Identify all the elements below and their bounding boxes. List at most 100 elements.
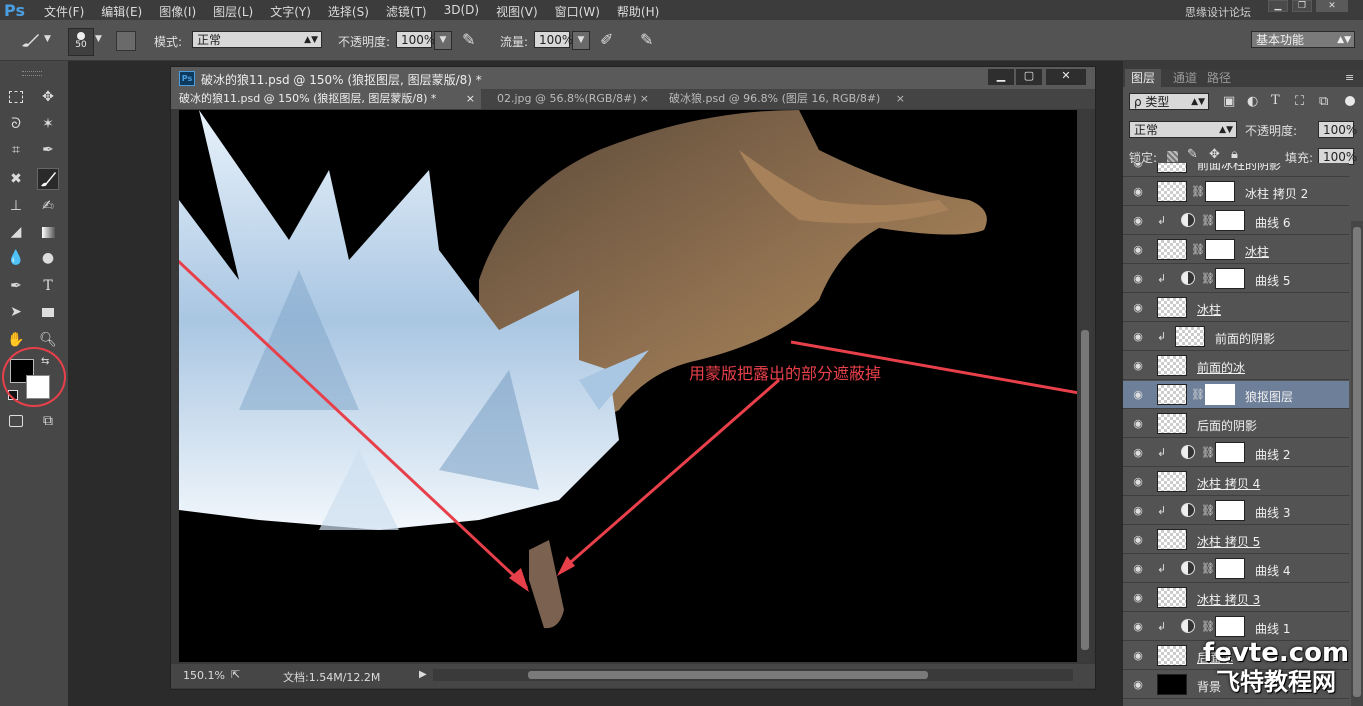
menu-item[interactable]: 图层(L) bbox=[213, 3, 253, 20]
layer-thumbnail[interactable] bbox=[1157, 355, 1187, 376]
tab-doc-2[interactable]: 02.jpg @ 56.8%(RGB/8#) × bbox=[489, 89, 655, 109]
visibility-eye-icon[interactable]: ◉ bbox=[1131, 620, 1145, 634]
menu-item[interactable]: 文字(Y) bbox=[270, 3, 311, 20]
brush-tool-preset[interactable] bbox=[18, 30, 42, 50]
pressure-opacity-icon[interactable]: ✎ bbox=[462, 30, 475, 49]
layer-row[interactable]: ◉ ↲ ⛓ 曲线 5 bbox=[1123, 265, 1349, 293]
layer-mask-thumbnail[interactable] bbox=[1215, 616, 1245, 637]
vscroll-thumb[interactable] bbox=[1081, 330, 1089, 650]
screen-mode-icon[interactable]: ⧉ bbox=[37, 410, 59, 432]
crop-tool-icon[interactable]: ⌗ bbox=[5, 139, 27, 161]
layer-thumbnail[interactable] bbox=[1157, 674, 1187, 695]
quick-mask-icon[interactable] bbox=[5, 410, 27, 432]
visibility-eye-icon[interactable]: ◉ bbox=[1131, 475, 1145, 489]
mask-link-icon[interactable]: ⛓ bbox=[1201, 504, 1215, 517]
filter-smart-icon[interactable]: ⧉ bbox=[1319, 94, 1328, 109]
menu-item[interactable]: 帮助(H) bbox=[617, 3, 659, 20]
lasso-tool-icon[interactable]: ᘐ bbox=[5, 113, 27, 135]
mode-select[interactable]: 正常 ▲▼ bbox=[192, 31, 322, 48]
doc-close-button[interactable]: ✕ bbox=[1046, 69, 1086, 85]
layer-mask-thumbnail[interactable] bbox=[1215, 442, 1245, 463]
healing-brush-icon[interactable]: ✖ bbox=[5, 168, 27, 190]
menu-item[interactable]: 3D(D) bbox=[444, 3, 479, 20]
layers-scroll-thumb[interactable] bbox=[1353, 227, 1361, 697]
layer-row[interactable]: ◉ ⛓ 狼抠图层 bbox=[1123, 381, 1349, 409]
type-tool-icon[interactable]: T bbox=[37, 275, 59, 297]
visibility-eye-icon[interactable]: ◉ bbox=[1131, 649, 1145, 663]
opacity-input[interactable]: 100% bbox=[396, 31, 435, 48]
tab-layers[interactable]: 图层 bbox=[1125, 69, 1162, 87]
tab-close-icon[interactable]: × bbox=[640, 89, 649, 109]
layer-row[interactable]: ◉ ⛓ 冰柱 拷贝 2 bbox=[1123, 178, 1349, 206]
panel-grip[interactable] bbox=[1123, 61, 1363, 69]
layer-row[interactable]: ◉ 前面冰柱的阴影 bbox=[1123, 163, 1349, 177]
zoom-level[interactable]: 150.1% bbox=[183, 669, 225, 682]
layer-row[interactable]: ◉ ↲ 前面的阴影 bbox=[1123, 323, 1349, 351]
pressure-size-icon[interactable]: ✎ bbox=[640, 30, 653, 49]
adjustment-curves-icon[interactable] bbox=[1181, 213, 1195, 227]
layer-mask-thumbnail[interactable] bbox=[1215, 210, 1245, 231]
adjustment-curves-icon[interactable] bbox=[1181, 561, 1195, 575]
layer-row[interactable]: ◉ 冰柱 bbox=[1123, 294, 1349, 322]
layer-thumbnail[interactable] bbox=[1157, 587, 1187, 608]
mask-link-icon[interactable]: ⛓ bbox=[1201, 272, 1215, 285]
doc-minimize-button[interactable]: ▁ bbox=[988, 69, 1014, 85]
layer-mask-thumbnail[interactable] bbox=[1215, 500, 1245, 521]
preset-dropdown-arrow[interactable]: ▼ bbox=[44, 34, 51, 44]
filter-toggle-icon[interactable] bbox=[1345, 96, 1355, 106]
adjustment-curves-icon[interactable] bbox=[1181, 503, 1195, 517]
visibility-eye-icon[interactable]: ◉ bbox=[1131, 388, 1145, 402]
minimize-button[interactable]: ▁ bbox=[1268, 0, 1288, 12]
status-menu-arrow[interactable]: ▶ bbox=[419, 669, 427, 680]
workspace-select[interactable]: 基本功能 ▲▼ bbox=[1251, 31, 1355, 48]
marquee-tool-icon[interactable] bbox=[5, 86, 27, 108]
visibility-eye-icon[interactable]: ◉ bbox=[1131, 446, 1145, 460]
layer-mask-thumbnail[interactable] bbox=[1215, 558, 1245, 579]
layer-row[interactable]: ◉ 冰柱 拷贝 3 bbox=[1123, 584, 1349, 612]
layer-row[interactable]: ◉ 冰柱 拷贝 4 bbox=[1123, 468, 1349, 496]
layer-mask-thumbnail[interactable] bbox=[1215, 268, 1245, 289]
filter-type-icon[interactable]: T bbox=[1271, 93, 1280, 108]
rectangle-tool-icon[interactable] bbox=[37, 301, 59, 323]
visibility-eye-icon[interactable]: ◉ bbox=[1131, 417, 1145, 431]
image-canvas[interactable]: 用蒙版把露出的部分遮蔽掉 bbox=[179, 110, 1077, 662]
close-button[interactable]: ✕ bbox=[1316, 0, 1348, 12]
menu-item[interactable]: 窗口(W) bbox=[555, 3, 600, 20]
visibility-eye-icon[interactable]: ◉ bbox=[1131, 359, 1145, 373]
tab-channels[interactable]: 通道 bbox=[1167, 69, 1203, 87]
layer-thumbnail[interactable] bbox=[1157, 239, 1187, 260]
adjustment-curves-icon[interactable] bbox=[1181, 445, 1195, 459]
layer-opacity-input[interactable]: 100% bbox=[1318, 121, 1357, 138]
mask-link-icon[interactable]: ⛓ bbox=[1201, 214, 1215, 227]
visibility-eye-icon[interactable]: ◉ bbox=[1131, 272, 1145, 286]
menu-item[interactable]: 文件(F) bbox=[44, 3, 84, 20]
menu-item[interactable]: 视图(V) bbox=[496, 3, 538, 20]
visibility-eye-icon[interactable]: ◉ bbox=[1131, 330, 1145, 344]
clone-stamp-icon[interactable]: ⊥ bbox=[5, 195, 27, 217]
layer-mask-thumbnail[interactable] bbox=[1205, 181, 1235, 202]
layer-thumbnail[interactable] bbox=[1157, 384, 1187, 405]
filter-pixel-icon[interactable]: ▣ bbox=[1223, 94, 1235, 109]
layer-thumbnail[interactable] bbox=[1157, 529, 1187, 550]
layer-filter-select[interactable]: ρ 类型 ▲▼ bbox=[1129, 93, 1209, 110]
visibility-eye-icon[interactable]: ◉ bbox=[1131, 533, 1145, 547]
visibility-eye-icon[interactable]: ◉ bbox=[1131, 678, 1145, 692]
lock-pixels-icon[interactable]: ✎ bbox=[1187, 147, 1198, 162]
visibility-eye-icon[interactable]: ◉ bbox=[1131, 214, 1145, 228]
menu-item[interactable]: 选择(S) bbox=[328, 3, 369, 20]
brush-tool-icon[interactable] bbox=[37, 168, 59, 190]
eyedropper-icon[interactable]: ✒ bbox=[37, 139, 59, 161]
visibility-eye-icon[interactable]: ◉ bbox=[1131, 504, 1145, 518]
menu-item[interactable]: 滤镜(T) bbox=[386, 3, 427, 20]
blend-mode-select[interactable]: 正常 ▲▼ bbox=[1129, 121, 1237, 138]
restore-button[interactable]: ❐ bbox=[1292, 0, 1312, 12]
mask-link-icon[interactable]: ⛓ bbox=[1201, 620, 1215, 633]
tab-close-icon[interactable]: × bbox=[896, 89, 905, 109]
move-tool-icon[interactable]: ✥ bbox=[37, 86, 59, 108]
menu-item[interactable]: 图像(I) bbox=[159, 3, 196, 20]
toolbox-grip[interactable] bbox=[22, 71, 42, 76]
layer-row[interactable]: ◉ ↲ ⛓ 曲线 1 bbox=[1123, 613, 1349, 641]
layer-row[interactable]: ◉ ↲ ⛓ 曲线 4 bbox=[1123, 555, 1349, 583]
layer-row[interactable]: ◉ ⛓ 冰柱 bbox=[1123, 236, 1349, 264]
mask-link-icon[interactable]: ⛓ bbox=[1201, 562, 1215, 575]
